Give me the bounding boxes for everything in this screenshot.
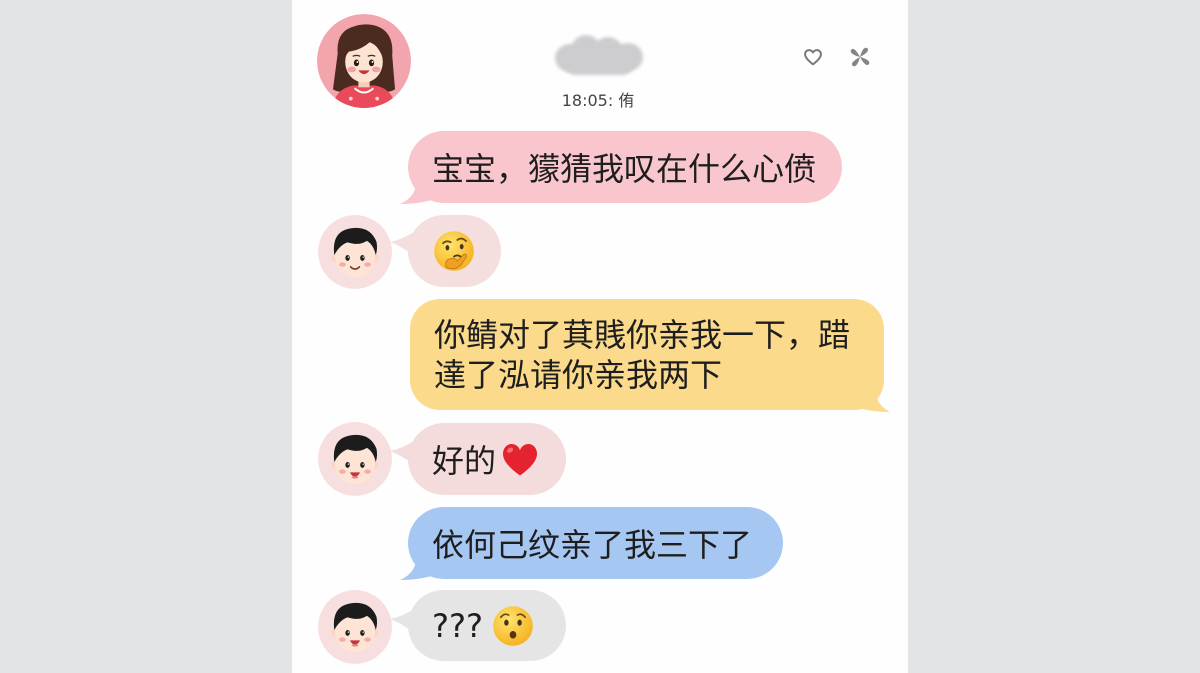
message-bubble[interactable]: 你鲭对了萁賎你亲我一下，踖 達了泓请你亲我两下 [410, 299, 884, 410]
heart-outline-icon [804, 49, 822, 66]
favorite-button[interactable] [802, 46, 824, 68]
pinwheel-icon [850, 47, 870, 67]
boy-avatar-icon [318, 590, 392, 664]
sender-avatar[interactable] [318, 422, 392, 496]
message-bubble[interactable]: 宝宝，獴猜我叹在什么心偾 [408, 131, 842, 203]
girl-avatar-icon [317, 14, 411, 108]
message-bubble[interactable]: 好的 [408, 423, 566, 495]
sender-avatar[interactable] [318, 215, 392, 289]
message-text: 好的 [432, 442, 497, 480]
message-text: 宝宝，獴猜我叹在什么心偾 [432, 150, 817, 188]
thinking-face-emoji [434, 231, 474, 271]
boy-avatar-icon [318, 422, 392, 496]
sender-avatar[interactable] [318, 590, 392, 664]
timestamp: 18:05: 侑 [561, 91, 635, 110]
message-bubble[interactable]: 依何己纹亲了我三下了 [408, 507, 783, 579]
hushed-face-emoji [493, 605, 533, 646]
message-bubble[interactable] [408, 215, 501, 287]
boy-avatar-icon [318, 215, 392, 289]
redacted-contact-name [553, 32, 645, 78]
more-button[interactable] [848, 45, 872, 69]
message-text-line: 達了泓请你亲我两下 [434, 356, 723, 394]
screen: 18:05: 侑 宝宝，獴猜我叹在什么心偾 你鲭对了萁賎你亲我一下，踖 達了泓请… [0, 0, 1200, 673]
message-text: ??? [432, 606, 483, 645]
message-bubble[interactable]: ??? [408, 590, 566, 661]
red-heart-emoji [502, 444, 538, 476]
message-text-line: 你鲭对了萁賎你亲我一下，踖 [434, 316, 851, 354]
contact-avatar[interactable] [317, 14, 411, 108]
message-text: 依何己纹亲了我三下了 [432, 526, 753, 564]
